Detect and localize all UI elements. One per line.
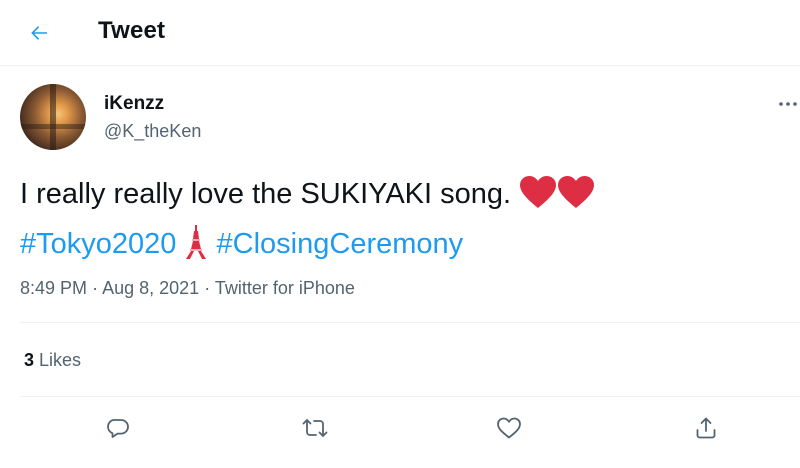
reply-icon	[107, 419, 129, 438]
tweet-text: I really really love the SUKIYAKI song. …	[20, 172, 780, 272]
retweet-icon	[302, 419, 328, 437]
divider	[20, 322, 800, 323]
tweet-time[interactable]: 8:49 PM	[20, 278, 87, 298]
retweet-button[interactable]	[297, 410, 333, 446]
heart-emoji	[557, 175, 595, 222]
like-icon	[497, 417, 521, 439]
tweet-date[interactable]: Aug 8, 2021	[102, 278, 199, 298]
divider	[20, 396, 800, 397]
arrow-left-icon	[31, 26, 47, 40]
like-button[interactable]	[491, 410, 527, 446]
likes-stat[interactable]: 3 Likes	[24, 350, 81, 371]
hashtag-link[interactable]: #Tokyo2020	[20, 228, 176, 260]
tweet-body: I really really love the SUKIYAKI song.	[20, 178, 512, 210]
reply-button[interactable]	[100, 410, 136, 446]
hashtag-link[interactable]: #ClosingCeremony	[217, 228, 464, 260]
tokyo-tower-emoji	[184, 225, 208, 272]
author-display-name[interactable]: iKenzz	[104, 93, 164, 115]
likes-count: 3	[24, 350, 35, 370]
avatar[interactable]	[20, 84, 86, 150]
meta-separator: ·	[92, 278, 99, 298]
likes-label: Likes	[39, 350, 82, 370]
page-title: Tweet	[98, 17, 166, 44]
more-icon	[779, 102, 797, 106]
tweet-source[interactable]: Twitter for iPhone	[215, 278, 355, 298]
avatar-detail	[20, 124, 86, 129]
heart-emoji	[519, 175, 557, 222]
share-icon	[696, 417, 716, 439]
back-button[interactable]	[22, 16, 56, 50]
share-button[interactable]	[688, 410, 724, 446]
tweet-meta: 8:49 PM · Aug 8, 2021 · Twitter for iPho…	[20, 278, 355, 299]
tweet-header: Tweet	[0, 0, 800, 66]
avatar-detail	[50, 84, 56, 150]
tweet-actions	[0, 408, 800, 448]
author-handle[interactable]: @K_theKen	[104, 121, 201, 142]
meta-separator: ·	[204, 278, 211, 298]
more-options-button[interactable]	[776, 92, 800, 116]
